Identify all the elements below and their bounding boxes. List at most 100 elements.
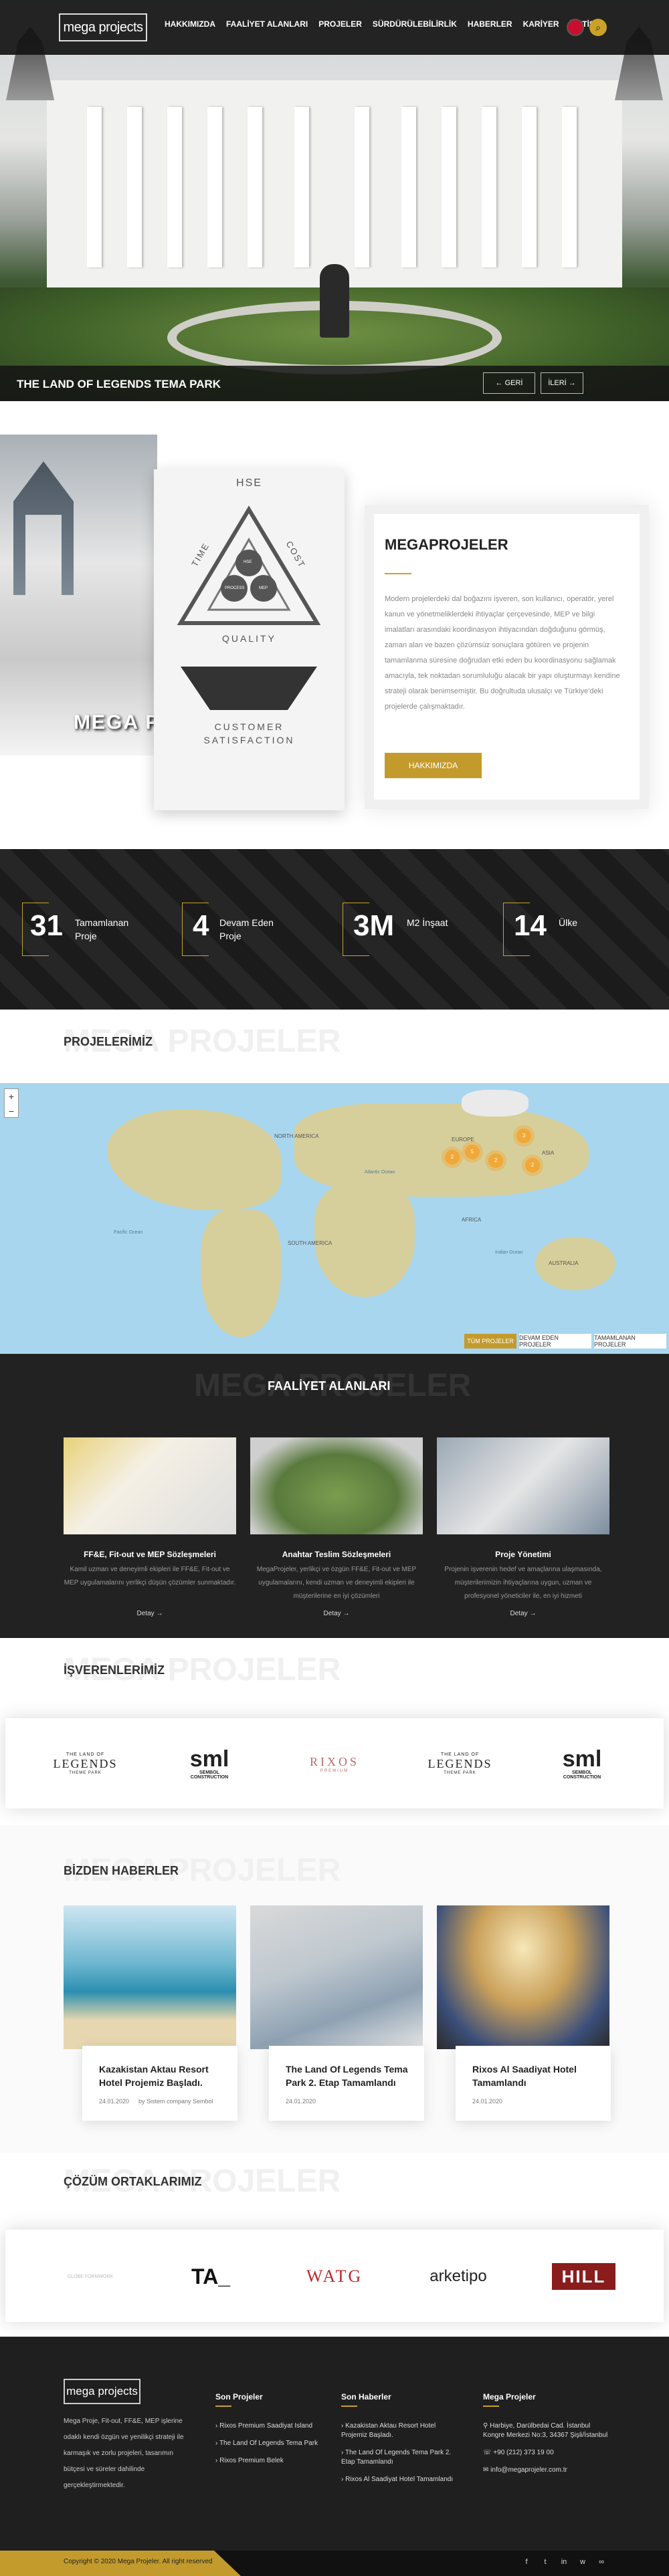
map-tab-all[interactable]: TÜM PROJELER (464, 1334, 516, 1349)
map-zoom-out-button[interactable]: − (5, 1104, 18, 1119)
map-land (107, 1110, 281, 1210)
service-image-turnkey (250, 1437, 423, 1534)
employer-logo-rixos[interactable]: RIXOS PREMIUM (294, 1744, 375, 1784)
whatsapp-icon[interactable]: w (577, 2556, 589, 2568)
footer-link[interactable]: › Rixos Al Saadiyat Hotel Tamamlandı (341, 2475, 455, 2484)
partner-logo-hill[interactable]: HILL (552, 2263, 615, 2290)
nav-item-news[interactable]: HABERLER (468, 19, 512, 29)
copyright-text: Copyright © 2020 Mega Projeler. All righ… (64, 2558, 213, 2565)
news-image[interactable] (437, 1905, 609, 2049)
service-text: Kamil uzman ve deneyimli ekipleri ile FF… (64, 1566, 236, 1587)
about-title-underline (385, 573, 411, 574)
nav-item-projects[interactable]: PROJELER (318, 19, 362, 29)
map-tab-completed[interactable]: TAMAMLANAN PROJELER (594, 1334, 666, 1349)
nav-item-about[interactable]: HAKKIMIZDA (165, 19, 215, 29)
map-ocean-label: Pacific Ocean (114, 1230, 143, 1235)
employer-logo-legends[interactable]: THE LAND OF LEGENDS THEME PARK (43, 1744, 127, 1784)
map-land (201, 1210, 281, 1337)
map-tab-ongoing[interactable]: DEVAM EDEN PROJELER (519, 1334, 591, 1349)
twitter-icon[interactable]: t (539, 2556, 551, 2568)
instagram-icon[interactable]: in (558, 2556, 570, 2568)
news-image[interactable] (250, 1905, 423, 2049)
map-cluster-marker[interactable]: 3 (516, 1129, 531, 1143)
service-image-management (437, 1437, 609, 1534)
turkish-flag-icon[interactable] (567, 19, 584, 36)
logo-text: LEGENDS (53, 1757, 118, 1770)
hero-statue (320, 264, 349, 338)
hero-prev-button[interactable]: ← GERİ (483, 372, 535, 394)
logo-text: RIXOS (309, 1754, 359, 1768)
footer-link[interactable]: › The Land Of Legends Tema Park (215, 2439, 322, 2448)
footer-phone-text: +90 (212) 373 19 00 (493, 2449, 554, 2456)
footer-description: Mega Proje, Fit-out, FF&E, MEP işlerine … (64, 2418, 184, 2489)
about-button[interactable]: HAKKIMIZDA (385, 753, 482, 778)
footer-link[interactable]: › Rixos Premium Saadiyat Island (215, 2422, 322, 2431)
link-icon[interactable]: ∞ (595, 2556, 607, 2568)
news-image[interactable] (64, 1905, 236, 2049)
service-detail-link[interactable]: Detay → (250, 1610, 423, 1617)
footer-logo[interactable]: mega projects (64, 2379, 140, 2404)
facebook-icon[interactable]: f (520, 2556, 533, 2568)
footer-link-label: The Land Of Legends Tema Park (219, 2440, 318, 2447)
about-text: Modern projelerdeki dal boğazını işveren… (385, 595, 620, 711)
nav-item-career[interactable]: KARİYER (523, 19, 559, 29)
nav-item-sustainability[interactable]: SÜRDÜRÜLEBİLİRLİK (373, 19, 457, 29)
stat-number: 4 (193, 909, 209, 942)
partner-logo-ta[interactable]: TA_ (181, 2260, 241, 2293)
footer-heading: Son Projeler (215, 2392, 263, 2402)
employers-title: İŞVERENLERİMİZ (64, 1663, 165, 1677)
hero-column (482, 107, 496, 267)
employer-logo-sembol[interactable]: sml SEMBOL CONSTRUCTION (173, 1744, 246, 1784)
logo-text: sml (562, 1746, 602, 1772)
employer-logo-legends[interactable]: THE LAND OF LEGENDS THEME PARK (418, 1744, 502, 1784)
map-cluster-marker[interactable]: 5 (465, 1145, 480, 1159)
stat-number: 14 (514, 909, 547, 942)
hero-column (167, 107, 182, 267)
logo-text: sml (189, 1746, 229, 1772)
partner-logo-arketipo[interactable]: arketipo (421, 2260, 495, 2293)
stat-label: Devam Eden Proje (219, 917, 274, 941)
footer-phone[interactable]: ☏ +90 (212) 373 19 00 (483, 2448, 610, 2458)
news-item-title[interactable]: Rixos Al Saadiyat Hotel Tamamlandı (472, 2063, 596, 2089)
map-label: NORTH AMERICA (274, 1133, 319, 1139)
hero-column (401, 107, 416, 267)
map-cluster-marker[interactable]: 2 (525, 1158, 540, 1173)
map-cluster-marker[interactable]: 2 (488, 1153, 503, 1168)
map-zoom-in-button[interactable]: + (5, 1089, 18, 1104)
footer-link[interactable]: › Rixos Premium Belek (215, 2456, 322, 2466)
news-title: BİZDEN HABERLER (64, 1864, 179, 1877)
logo-text: THE LAND OF (66, 1752, 105, 1757)
hero-column (87, 107, 102, 267)
service-detail-link[interactable]: Detay → (64, 1610, 236, 1617)
map-label: AFRICA (462, 1217, 482, 1223)
hero-column (355, 107, 369, 267)
service-detail-link[interactable]: Detay → (437, 1610, 609, 1617)
stat-label: M2 İnşaat (407, 917, 448, 928)
footer-email[interactable]: ✉ info@megaprojeler.com.tr (483, 2466, 610, 2475)
hse-inner-label: PROCESS (225, 586, 245, 590)
hero-column (522, 107, 537, 267)
map-cluster-marker[interactable]: 2 (445, 1150, 460, 1165)
stat-number: 31 (30, 909, 63, 942)
service-text: Projenin işverenin hedef ve amaçlarına u… (444, 1566, 602, 1600)
projects-map[interactable]: NORTH AMERICA EUROPE ASIA AFRICA SOUTH A… (0, 1083, 669, 1354)
footer-link[interactable]: › Kazakistan Aktau Resort Hotel Projemiz… (341, 2422, 455, 2440)
footer-heading-underline (341, 2406, 357, 2407)
hero-next-button[interactable]: İLERİ → (541, 372, 583, 394)
search-icon[interactable]: ⌕ (589, 19, 607, 36)
partner-logo-watg[interactable]: WATG (294, 2260, 375, 2293)
stat-number: 3M (353, 909, 395, 942)
news-item-title[interactable]: Kazakistan Aktau Resort Hotel Projemiz B… (99, 2063, 223, 2089)
news-item-title[interactable]: The Land Of Legends Tema Park 2. Etap Ta… (286, 2063, 413, 2089)
employer-logo-sembol[interactable]: sml SEMBOL CONSTRUCTION (545, 1744, 619, 1784)
hse-customer-satisfaction: CUSTOMER SATISFACTION (203, 721, 295, 745)
hero-column (127, 107, 142, 267)
partner-logo-globe[interactable]: GLOBE FORMWORK (57, 2260, 124, 2293)
about-image (0, 435, 157, 755)
map-label: EUROPE (452, 1137, 474, 1143)
nav-item-services[interactable]: FAALİYET ALANLARI (226, 19, 308, 29)
site-logo[interactable]: mega projects (59, 13, 147, 41)
footer-link[interactable]: › The Land Of Legends Tema Park 2. Etap … (341, 2448, 455, 2467)
hse-inner-label: MEP (259, 586, 268, 590)
news-item-date: 24.01.2020 (286, 2098, 316, 2105)
